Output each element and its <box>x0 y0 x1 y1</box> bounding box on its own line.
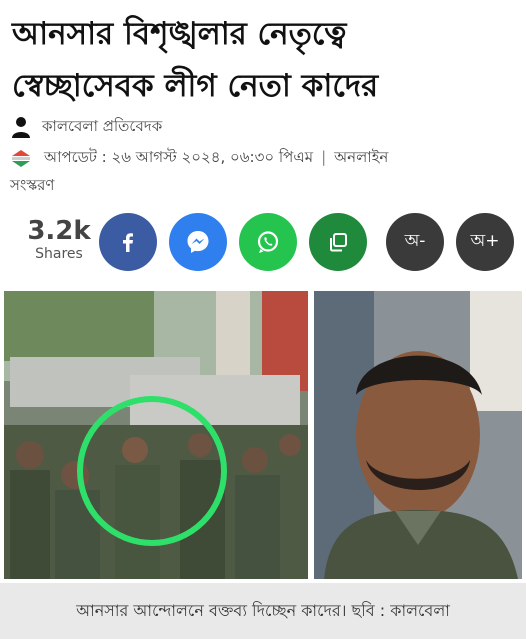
headline-line-1: আনসার বিশৃঙ্খলার নেতৃত্বে <box>12 16 347 52</box>
copy-icon <box>330 233 347 252</box>
article-headline: আনসার বিশৃঙ্খলার নেতৃত্বে স্বেচ্ছাসেবক ল… <box>12 8 516 112</box>
share-bar: 3.2k Shares অ- অ+ <box>0 210 526 274</box>
person-icon <box>10 116 32 138</box>
headline-line-2: স্বেচ্ছাসেবক লীগ নেতা কাদের <box>12 68 379 104</box>
facebook-share-button[interactable] <box>99 213 157 271</box>
author-name[interactable]: কালবেলা প্রতিবেদক <box>42 115 162 140</box>
update-icon <box>10 147 32 169</box>
photo-caption: আনসার আন্দোলনে বক্তব্য দিচ্ছেন কাদের। ছব… <box>0 583 526 639</box>
share-count: 3.2k Shares <box>18 216 100 262</box>
update-row: আপডেট : ২৬ আগস্ট ২০২৪, ০৬:৩০ পিএম | অনলাইন <box>10 145 516 171</box>
messenger-icon <box>187 231 209 253</box>
update-time: আপডেট : ২৬ আগস্ট ২০২৪, ০৬:৩০ পিএম | অনলাইন <box>44 147 389 166</box>
font-increase-button[interactable]: অ+ <box>456 213 514 271</box>
whatsapp-share-button[interactable] <box>239 213 297 271</box>
edition-label: অনলাইন <box>334 147 389 166</box>
facebook-icon <box>123 233 133 252</box>
edition-label-wrap: সংস্করণ <box>10 176 55 194</box>
share-count-value: 3.2k <box>27 216 91 246</box>
photo-illustration <box>4 291 522 579</box>
author-row: কালবেলা প্রতিবেদক <box>10 113 162 141</box>
messenger-share-button[interactable] <box>169 213 227 271</box>
share-count-label: Shares <box>35 246 83 262</box>
article-photo <box>0 285 526 583</box>
whatsapp-icon <box>257 231 279 253</box>
copy-link-button[interactable] <box>309 213 367 271</box>
font-decrease-button[interactable]: অ- <box>386 213 444 271</box>
